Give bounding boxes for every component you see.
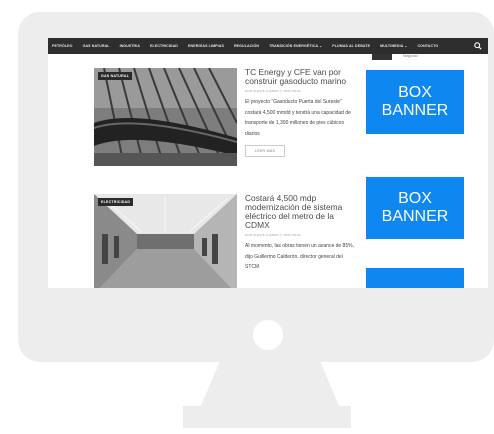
article-excerpt: El proyecto “Gasoducto Puerta del Surest… xyxy=(245,99,351,137)
banner-line: BOX xyxy=(398,190,432,207)
banner-line: BANNER xyxy=(381,208,449,225)
banner-line: BANNER xyxy=(381,102,449,119)
nav-item-industria[interactable]: INDUSTRIA xyxy=(120,44,140,48)
main-navbar: PETRÓLEO GAS NATURAL INDUSTRIA ELECTRICI… xyxy=(48,38,488,54)
sidebar-thumbnail[interactable] xyxy=(372,54,392,60)
article-text: Costará 4,500 mdp modernización de siste… xyxy=(245,194,358,273)
article-thumbnail[interactable]: GAS NATURAL xyxy=(94,68,237,166)
sidebar-link[interactable]: Negocio xyxy=(403,53,418,58)
search-icon[interactable] xyxy=(474,42,482,50)
box-banner[interactable] xyxy=(366,268,464,288)
nav-item-gas-natural[interactable]: GAS NATURAL xyxy=(83,44,110,48)
article-meta: POR ALEXIS JUÁREZ ◷ 2022-08-03 xyxy=(245,89,301,93)
article-meta: POR ALEXIS JUÁREZ ◷ 2022-08-03 xyxy=(245,233,301,237)
article-text: TC Energy y CFE van por construir gasodu… xyxy=(245,68,358,157)
monitor-stand-base xyxy=(183,406,351,428)
pipeline-photo-icon xyxy=(94,68,237,166)
nav-item-energias-limpias[interactable]: ENERGÍAS LIMPIAS xyxy=(188,44,224,48)
monitor-stand-neck xyxy=(200,362,340,408)
box-banner[interactable]: BOX BANNER xyxy=(366,70,464,134)
screen: PETRÓLEO GAS NATURAL INDUSTRIA ELECTRICI… xyxy=(48,38,488,288)
nav-item-contacto[interactable]: CONTACTO xyxy=(417,44,438,48)
nav-item-plumas-al-debate[interactable]: PLUMAS AL DEBATE xyxy=(332,44,370,48)
article-title[interactable]: TC Energy y CFE van por construir gasodu… xyxy=(245,68,358,86)
article-thumbnail[interactable]: ELECTRICIDAD xyxy=(94,194,237,288)
metro-station-photo-icon xyxy=(94,194,237,288)
nav-item-regulacion[interactable]: REGULACIÓN xyxy=(234,44,259,48)
nav-item-electricidad[interactable]: ELECTRICIDAD xyxy=(150,44,178,48)
category-badge[interactable]: ELECTRICIDAD xyxy=(98,198,134,206)
article-title[interactable]: Costará 4,500 mdp modernización de siste… xyxy=(245,194,358,230)
nav-item-multimedia[interactable]: MULTIMEDIA ⌄ xyxy=(380,44,407,48)
banner-line: BOX xyxy=(398,84,432,101)
nav-item-petroleo[interactable]: PETRÓLEO xyxy=(52,44,73,48)
content-area: GAS NATURAL TC Energy y CFE van por cons… xyxy=(48,53,488,288)
read-more-button[interactable]: LEER MÁS xyxy=(245,145,286,157)
nav-item-transicion-energetica[interactable]: TRANSICIÓN ENERGÉTICA ⌄ xyxy=(269,44,322,48)
box-banner[interactable]: BOX BANNER xyxy=(366,177,464,239)
category-badge[interactable]: GAS NATURAL xyxy=(98,72,133,80)
power-button-icon xyxy=(253,320,283,350)
article-excerpt: Al momento, las obras tienen un avance d… xyxy=(245,243,354,270)
